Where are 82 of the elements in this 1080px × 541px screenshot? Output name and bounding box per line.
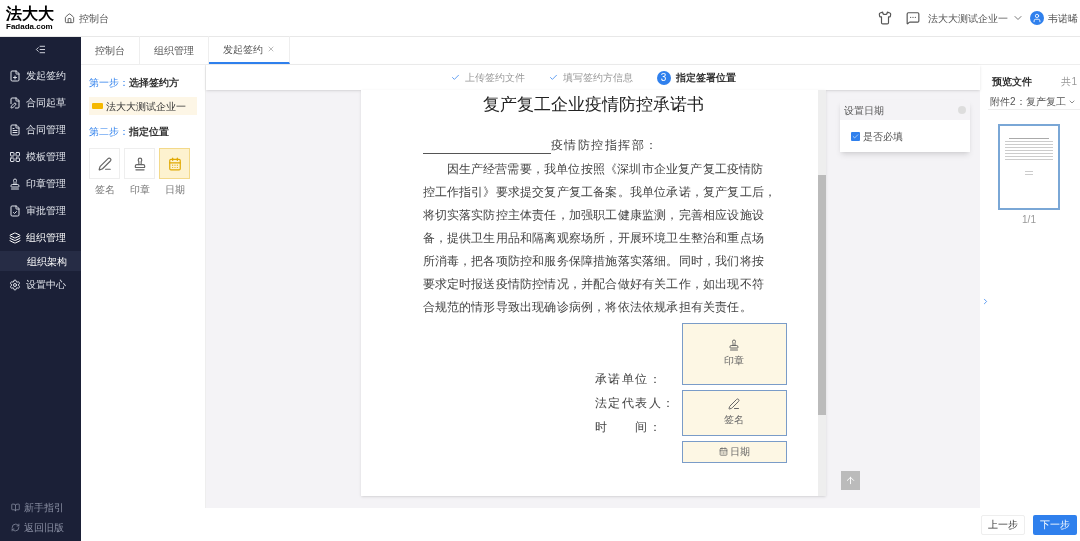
page-number: 1/1 — [1021, 213, 1037, 227]
sidebar-item[interactable]: 审批管理 — [0, 197, 81, 224]
addressee-text: 疫情防控指挥部： — [550, 136, 659, 154]
placed-field[interactable]: 日期 — [681, 440, 787, 463]
popup-title: 设置日期 — [844, 103, 884, 118]
tool-icon — [167, 156, 182, 171]
step-label: 指定签署位置 — [675, 71, 736, 85]
tool-label: 印章 — [129, 183, 150, 197]
sidebar-item[interactable]: 发起签约 — [0, 62, 81, 89]
step-heading: 第一步：选择签约方 — [89, 76, 180, 90]
step-number: 3 — [656, 70, 671, 85]
signoff-label: 承诺单位： — [594, 370, 662, 388]
checkbox[interactable] — [851, 131, 860, 141]
signoff-label: 时 间： — [594, 418, 662, 436]
menu-item-icon — [9, 231, 21, 244]
step-label: 上传签约文件 — [464, 71, 525, 85]
signoff-label: 法定代表人： — [594, 394, 676, 412]
document-text-line: 合规范的情形导致出现确诊病例，将依法依规承担有关责任。 — [422, 298, 752, 316]
avatar[interactable] — [1030, 11, 1044, 25]
menu-item-icon — [9, 150, 21, 163]
sidebar-item[interactable]: 合同起草 — [0, 89, 81, 116]
menu-icon[interactable] — [35, 44, 46, 55]
tool-button[interactable] — [124, 148, 155, 179]
party-badge — [92, 103, 103, 109]
placed-field[interactable]: 印章 — [681, 322, 787, 385]
tab[interactable]: 组织管理 — [140, 36, 209, 64]
sidebar-footer-link[interactable]: 新手指引 — [0, 497, 81, 517]
document-text-line: 要求定时报送疫情防控情况，并配合做好有关工作，如出现不符 — [422, 275, 765, 293]
tool-icon — [132, 156, 147, 171]
field-icon — [728, 339, 740, 351]
page-thumbnail[interactable] — [998, 124, 1060, 210]
menu-item-icon — [9, 123, 21, 136]
file-select[interactable]: 附件2：复产复工 — [988, 94, 1080, 110]
user-name[interactable]: 韦诺晞 — [1048, 10, 1080, 26]
step-button[interactable]: 下一步 — [1033, 514, 1077, 535]
party-chip[interactable]: 法大大测试企业一 — [89, 97, 197, 115]
document-title: 复产复工企业疫情防控承诺书 — [482, 94, 704, 116]
menu-item-icon — [9, 96, 21, 109]
step-label: 填写签约方信息 — [562, 71, 633, 85]
menu-item-icon — [9, 69, 21, 82]
sidebar-item[interactable]: 组织管理 — [0, 224, 81, 251]
close-icon[interactable] — [267, 45, 275, 53]
document-text-line: 所消毒，把各项防控和服务保障措施落实落细。同时，我们将按 — [422, 252, 765, 270]
file-count: 共1 — [1061, 75, 1077, 89]
expand-icon[interactable] — [981, 297, 990, 306]
home-link[interactable]: 控制台 — [64, 10, 109, 26]
menu-item-icon — [9, 204, 21, 217]
footer-link-icon — [11, 502, 20, 512]
home-icon — [64, 12, 75, 24]
document-text-line: 控工作指引》要求提交复产复工备案。我单位承诺，复产复工后， — [422, 183, 777, 201]
tool-label: 签名 — [94, 183, 115, 197]
sidebar-footer-link[interactable]: 返回旧版 — [0, 517, 81, 537]
footer-link-icon — [11, 522, 20, 532]
sidebar-item[interactable]: 设置中心 — [0, 271, 81, 298]
step-heading: 第二步：指定位置 — [89, 125, 170, 139]
document-text-line: 因生产经营需要，我单位按照《深圳市企业复产复工疫情防 — [446, 160, 764, 178]
preview-title: 预览文件 — [992, 75, 1032, 89]
tool-icon — [97, 156, 112, 171]
company-name[interactable]: 法大大测试企业一 — [928, 10, 1008, 26]
checkbox-label: 是否必填 — [863, 129, 903, 144]
tool-label: 日期 — [164, 183, 185, 197]
step-button[interactable]: 上一步 — [981, 514, 1025, 535]
logo-subtext: Fadada.com — [6, 22, 54, 31]
sidebar-item[interactable]: 印章管理 — [0, 170, 81, 197]
shirt-icon[interactable] — [878, 11, 892, 25]
field-icon — [718, 447, 728, 456]
sidebar-item[interactable]: 模板管理 — [0, 143, 81, 170]
scrollbar[interactable] — [817, 90, 826, 496]
menu-item-icon — [9, 278, 21, 291]
back-to-top-button[interactable] — [841, 471, 860, 490]
logo-text: 法大大 — [6, 5, 55, 22]
arrow-up-icon — [845, 475, 856, 486]
placed-field[interactable]: 签名 — [681, 389, 787, 436]
menu-item-icon — [9, 177, 21, 190]
sidebar-item[interactable]: 合同管理 — [0, 116, 81, 143]
document-text-line: 备，提供卫生用品和隔离观察场所，开展环境卫生整治和重点场 — [422, 229, 765, 247]
field-icon — [728, 398, 740, 410]
chat-icon[interactable] — [906, 11, 920, 25]
document-text-line: 将切实落实防控主体责任，加强职工健康监测，完善相应设施设 — [422, 206, 765, 224]
tab[interactable]: 控制台 — [81, 36, 140, 64]
tool-button[interactable] — [89, 148, 120, 179]
sidebar-subitem[interactable]: 组织架构 — [0, 251, 81, 271]
